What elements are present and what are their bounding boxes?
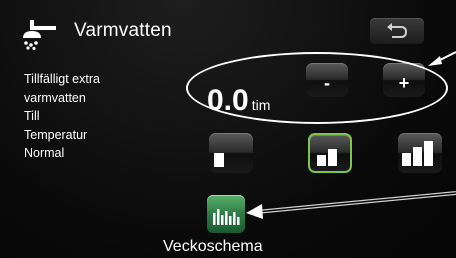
label-temperature: Temperatur <box>24 127 88 142</box>
label-hot-water: varmvatten <box>24 90 86 105</box>
callout-arrowhead-value <box>428 56 442 66</box>
callout-line-value <box>435 51 456 63</box>
back-button[interactable] <box>370 18 424 44</box>
callout-line-schedule-outer <box>255 191 456 214</box>
screen: Varmvatten Tillfälligt extra varmvatten … <box>0 0 456 258</box>
callout-arrowhead-schedule <box>246 204 263 219</box>
highlight-ellipse <box>186 52 448 124</box>
label-normal: Normal <box>24 146 65 160</box>
label-till: Till <box>24 109 40 123</box>
temperature-level-high-icon <box>402 141 433 166</box>
shower-icon <box>20 18 58 51</box>
info-labels: Tillfälligt extra varmvatten Till Temper… <box>24 70 100 163</box>
temperature-level-low-icon <box>214 153 224 167</box>
temperature-normal-button[interactable] <box>308 133 352 173</box>
week-schedule-label: Veckoschema <box>163 238 263 255</box>
temperature-low-button[interactable] <box>209 133 253 173</box>
label-extra: Tillfälligt extra <box>24 72 100 86</box>
week-schedule-button[interactable] <box>207 195 245 233</box>
back-arrow-icon <box>387 23 408 38</box>
callout-line-schedule-inner <box>255 192 456 213</box>
week-schedule-icon <box>213 209 240 225</box>
page-title: Varmvatten <box>74 20 172 41</box>
temperature-level-normal-icon <box>317 149 337 166</box>
temperature-high-button[interactable] <box>398 133 442 173</box>
